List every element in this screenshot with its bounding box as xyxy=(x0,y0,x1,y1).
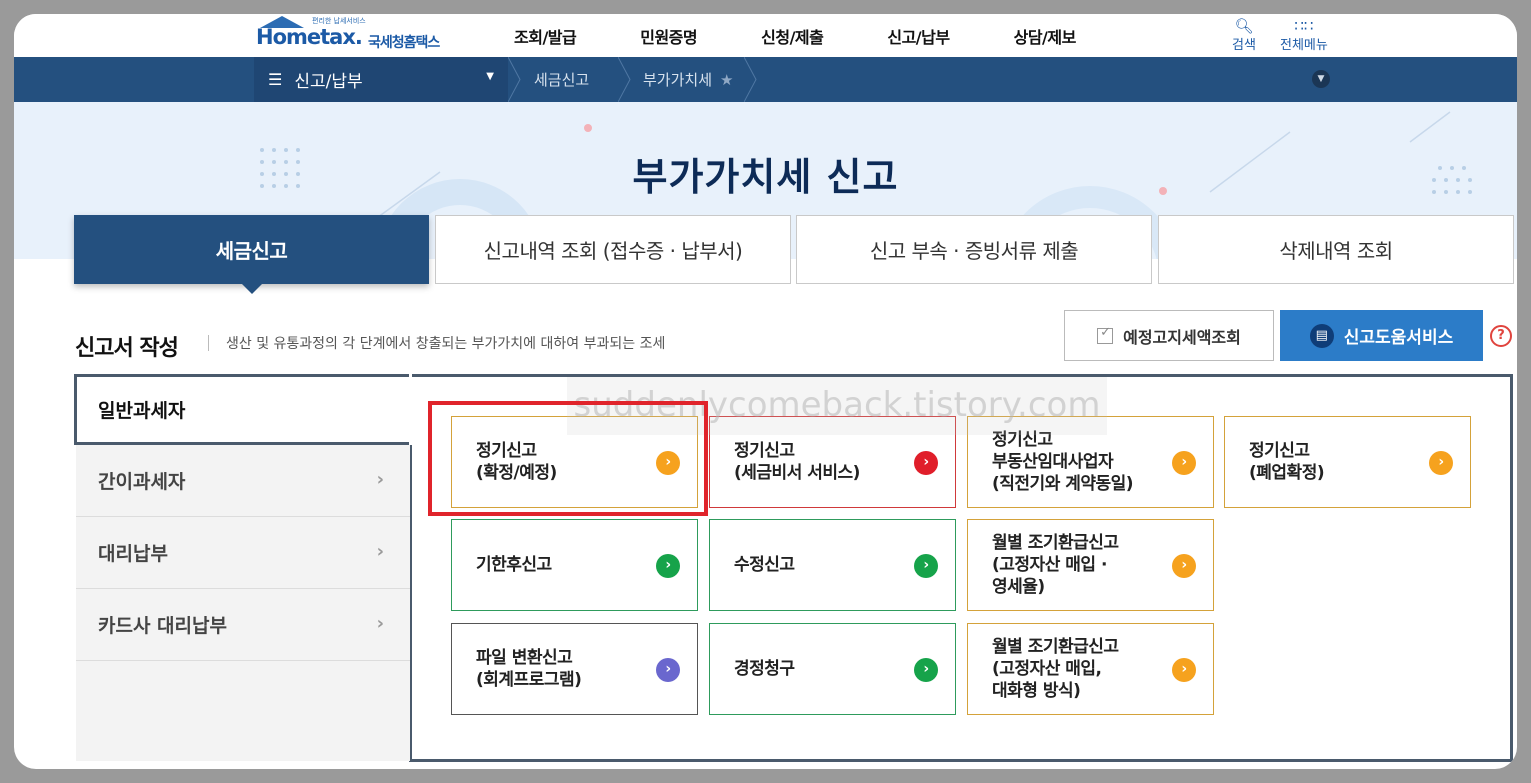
breadcrumb-bar: ☰ 신고/납부 ▼ 세금신고 부가가치세 ★ ▼ xyxy=(14,56,1517,103)
section-divider xyxy=(208,335,209,351)
card-monthly-early-refund-zero-rate[interactable]: 월별 조기환급신고 (고정자산 매입 · 영세율) › xyxy=(967,519,1214,611)
gnb-item-inquiry[interactable]: 조회/발급 xyxy=(514,24,577,48)
gnb-item-certificate[interactable]: 민원증명 xyxy=(640,24,697,48)
section-title: 신고서 작성 xyxy=(75,336,179,361)
card-line: 기한후신고 xyxy=(476,555,552,575)
tab-supporting-docs[interactable]: 신고 부속 · 증빙서류 제출 xyxy=(796,215,1152,284)
card-line: 경정청구 xyxy=(734,659,795,679)
top-header: 편리한 납세서비스 Hometax. 국세청홈택스 조회/발급 민원증명 신청/… xyxy=(14,14,1517,57)
all-menu-label: 전체메뉴 xyxy=(1280,38,1328,53)
book-icon: ▤ xyxy=(1309,323,1334,348)
caret-down-icon: ▼ xyxy=(486,71,494,82)
arrow-right-icon: › xyxy=(656,554,680,578)
sidebar-item-label: 간이과세자 xyxy=(98,471,186,493)
arrow-right-icon: › xyxy=(914,658,938,682)
gnb-item-consult[interactable]: 상담/제보 xyxy=(1014,24,1077,48)
checkbox-icon xyxy=(1097,325,1114,344)
tab-label: 세금신고 xyxy=(215,239,288,263)
card-line: (직전기와 계약동일) xyxy=(992,474,1134,494)
card-monthly-early-refund-interactive[interactable]: 월별 조기환급신고 (고정자산 매입, 대화형 방식) › xyxy=(967,623,1214,715)
hometax-logo[interactable]: 편리한 납세서비스 Hometax. 국세청홈택스 xyxy=(254,16,464,56)
button-label: 신고도움서비스 xyxy=(1343,328,1454,348)
card-line: (고정자산 매입, xyxy=(992,659,1102,679)
sidebar-item-simplified-taxpayer[interactable]: 간이과세자 › xyxy=(76,445,410,517)
help-icon[interactable]: ? xyxy=(1490,325,1512,347)
card-late-filing[interactable]: 기한후신고 › xyxy=(451,519,698,611)
breadcrumb-label: 세금신고 xyxy=(534,71,590,89)
breadcrumb-separator-icon xyxy=(743,56,758,103)
search-button[interactable]: 🔍︎ 검색 xyxy=(1232,18,1256,53)
gnb-item-application[interactable]: 신청/제출 xyxy=(761,24,824,48)
arrow-right-icon: › xyxy=(914,554,938,578)
card-line: (고정자산 매입 · xyxy=(992,555,1107,575)
card-correction-claim[interactable]: 경정청구 › xyxy=(709,623,956,715)
arrow-right-icon: › xyxy=(1172,658,1196,682)
breadcrumb-item-vat[interactable]: 부가가치세 ★ xyxy=(643,57,733,102)
card-line: 정기신고 xyxy=(1249,441,1310,461)
estimated-tax-inquiry-button[interactable]: 예정고지세액조회 xyxy=(1064,310,1274,361)
arrow-right-icon: › xyxy=(1429,451,1453,475)
breadcrumb-separator-icon xyxy=(507,56,522,103)
arrow-right-icon: › xyxy=(1172,554,1196,578)
tab-label: 삭제내역 조회 xyxy=(1279,239,1393,263)
menu-select-label: 신고/납부 xyxy=(294,72,363,92)
breadcrumb-label: 부가가치세 xyxy=(643,71,713,89)
button-label: 예정고지세액조회 xyxy=(1123,327,1241,347)
card-line: 부동산임대사업자 xyxy=(992,452,1114,472)
card-regular-filing-closure[interactable]: 정기신고 (폐업확정) › xyxy=(1224,416,1471,508)
card-line: (세금비서 서비스) xyxy=(734,463,860,483)
tab-pointer xyxy=(240,283,263,294)
sidebar-active-bottom-border xyxy=(74,442,412,445)
highlight-box xyxy=(428,401,708,516)
card-line: 영세율) xyxy=(992,577,1045,597)
card-line: 대화형 방식) xyxy=(992,681,1081,701)
arrow-right-icon: › xyxy=(914,451,938,475)
tab-tax-filing[interactable]: 세금신고 xyxy=(74,215,429,294)
menu-select[interactable]: ☰ 신고/납부 ▼ xyxy=(254,57,508,102)
logo-org: 국세청홈택스 xyxy=(368,35,440,51)
card-file-conversion-filing[interactable]: 파일 변환신고 (회계프로그램) › xyxy=(451,623,698,715)
card-line: (폐업확정) xyxy=(1249,463,1325,483)
card-amended-filing[interactable]: 수정신고 › xyxy=(709,519,956,611)
card-line: 파일 변환신고 xyxy=(476,648,573,668)
filing-help-service-button[interactable]: ▤ 신고도움서비스 xyxy=(1280,310,1483,361)
gnb-item-filing[interactable]: 신고/납부 xyxy=(887,24,950,48)
breadcrumb-item-tax-filing[interactable]: 세금신고 xyxy=(534,57,589,102)
favorite-star-icon[interactable]: ★ xyxy=(720,71,733,89)
tab-deleted-history[interactable]: 삭제내역 조회 xyxy=(1158,215,1514,284)
page-title: 부가가치세 신고 xyxy=(632,155,899,199)
card-line: 정기신고 xyxy=(734,441,795,461)
panel-join xyxy=(409,374,412,445)
sidebar-active-border xyxy=(74,374,412,445)
section-description: 생산 및 유통과정의 각 단계에서 창출되는 부가가치에 대하여 부과되는 조세 xyxy=(226,336,666,352)
tab-label: 신고내역 조회 (접수증 · 납부서) xyxy=(483,239,743,263)
chevron-right-icon: › xyxy=(376,613,384,634)
tab-filing-history[interactable]: 신고내역 조회 (접수증 · 납부서) xyxy=(435,215,791,284)
chevron-right-icon: › xyxy=(376,541,384,562)
all-menu-button[interactable]: ∷∷ 전체메뉴 xyxy=(1280,18,1328,53)
sidebar-item-proxy-payment[interactable]: 대리납부 › xyxy=(76,517,410,589)
search-label: 검색 xyxy=(1232,38,1256,53)
sidebar-item-card-proxy-payment[interactable]: 카드사 대리납부 › xyxy=(76,589,410,661)
sidebar-filler xyxy=(76,661,410,761)
tab-label: 신고 부속 · 증빙서류 제출 xyxy=(869,239,1079,263)
card-line: 수정신고 xyxy=(734,555,795,575)
chevron-right-icon: › xyxy=(376,469,384,490)
hamburger-icon: ☰ xyxy=(268,70,283,89)
chevron-down-icon[interactable]: ▼ xyxy=(1312,70,1330,88)
card-line: 월별 조기환급신고 xyxy=(992,533,1119,553)
global-nav: 조회/발급 민원증명 신청/제출 신고/납부 상담/제보 xyxy=(514,14,1140,57)
card-line: (회계프로그램) xyxy=(476,670,582,690)
arrow-right-icon: › xyxy=(656,658,680,682)
sidebar-item-label: 대리납부 xyxy=(98,543,168,565)
card-line: 월별 조기환급신고 xyxy=(992,637,1119,657)
logo-brand: Hometax. xyxy=(256,25,363,49)
search-icon: 🔍︎ xyxy=(1234,17,1254,35)
breadcrumb-separator-icon xyxy=(617,56,632,103)
arrow-right-icon: › xyxy=(1172,451,1196,475)
grid-icon: ∷∷ xyxy=(1294,17,1314,35)
browser-window: 편리한 납세서비스 Hometax. 국세청홈택스 조회/발급 민원증명 신청/… xyxy=(14,14,1517,769)
sidebar-item-label: 카드사 대리납부 xyxy=(98,615,227,637)
